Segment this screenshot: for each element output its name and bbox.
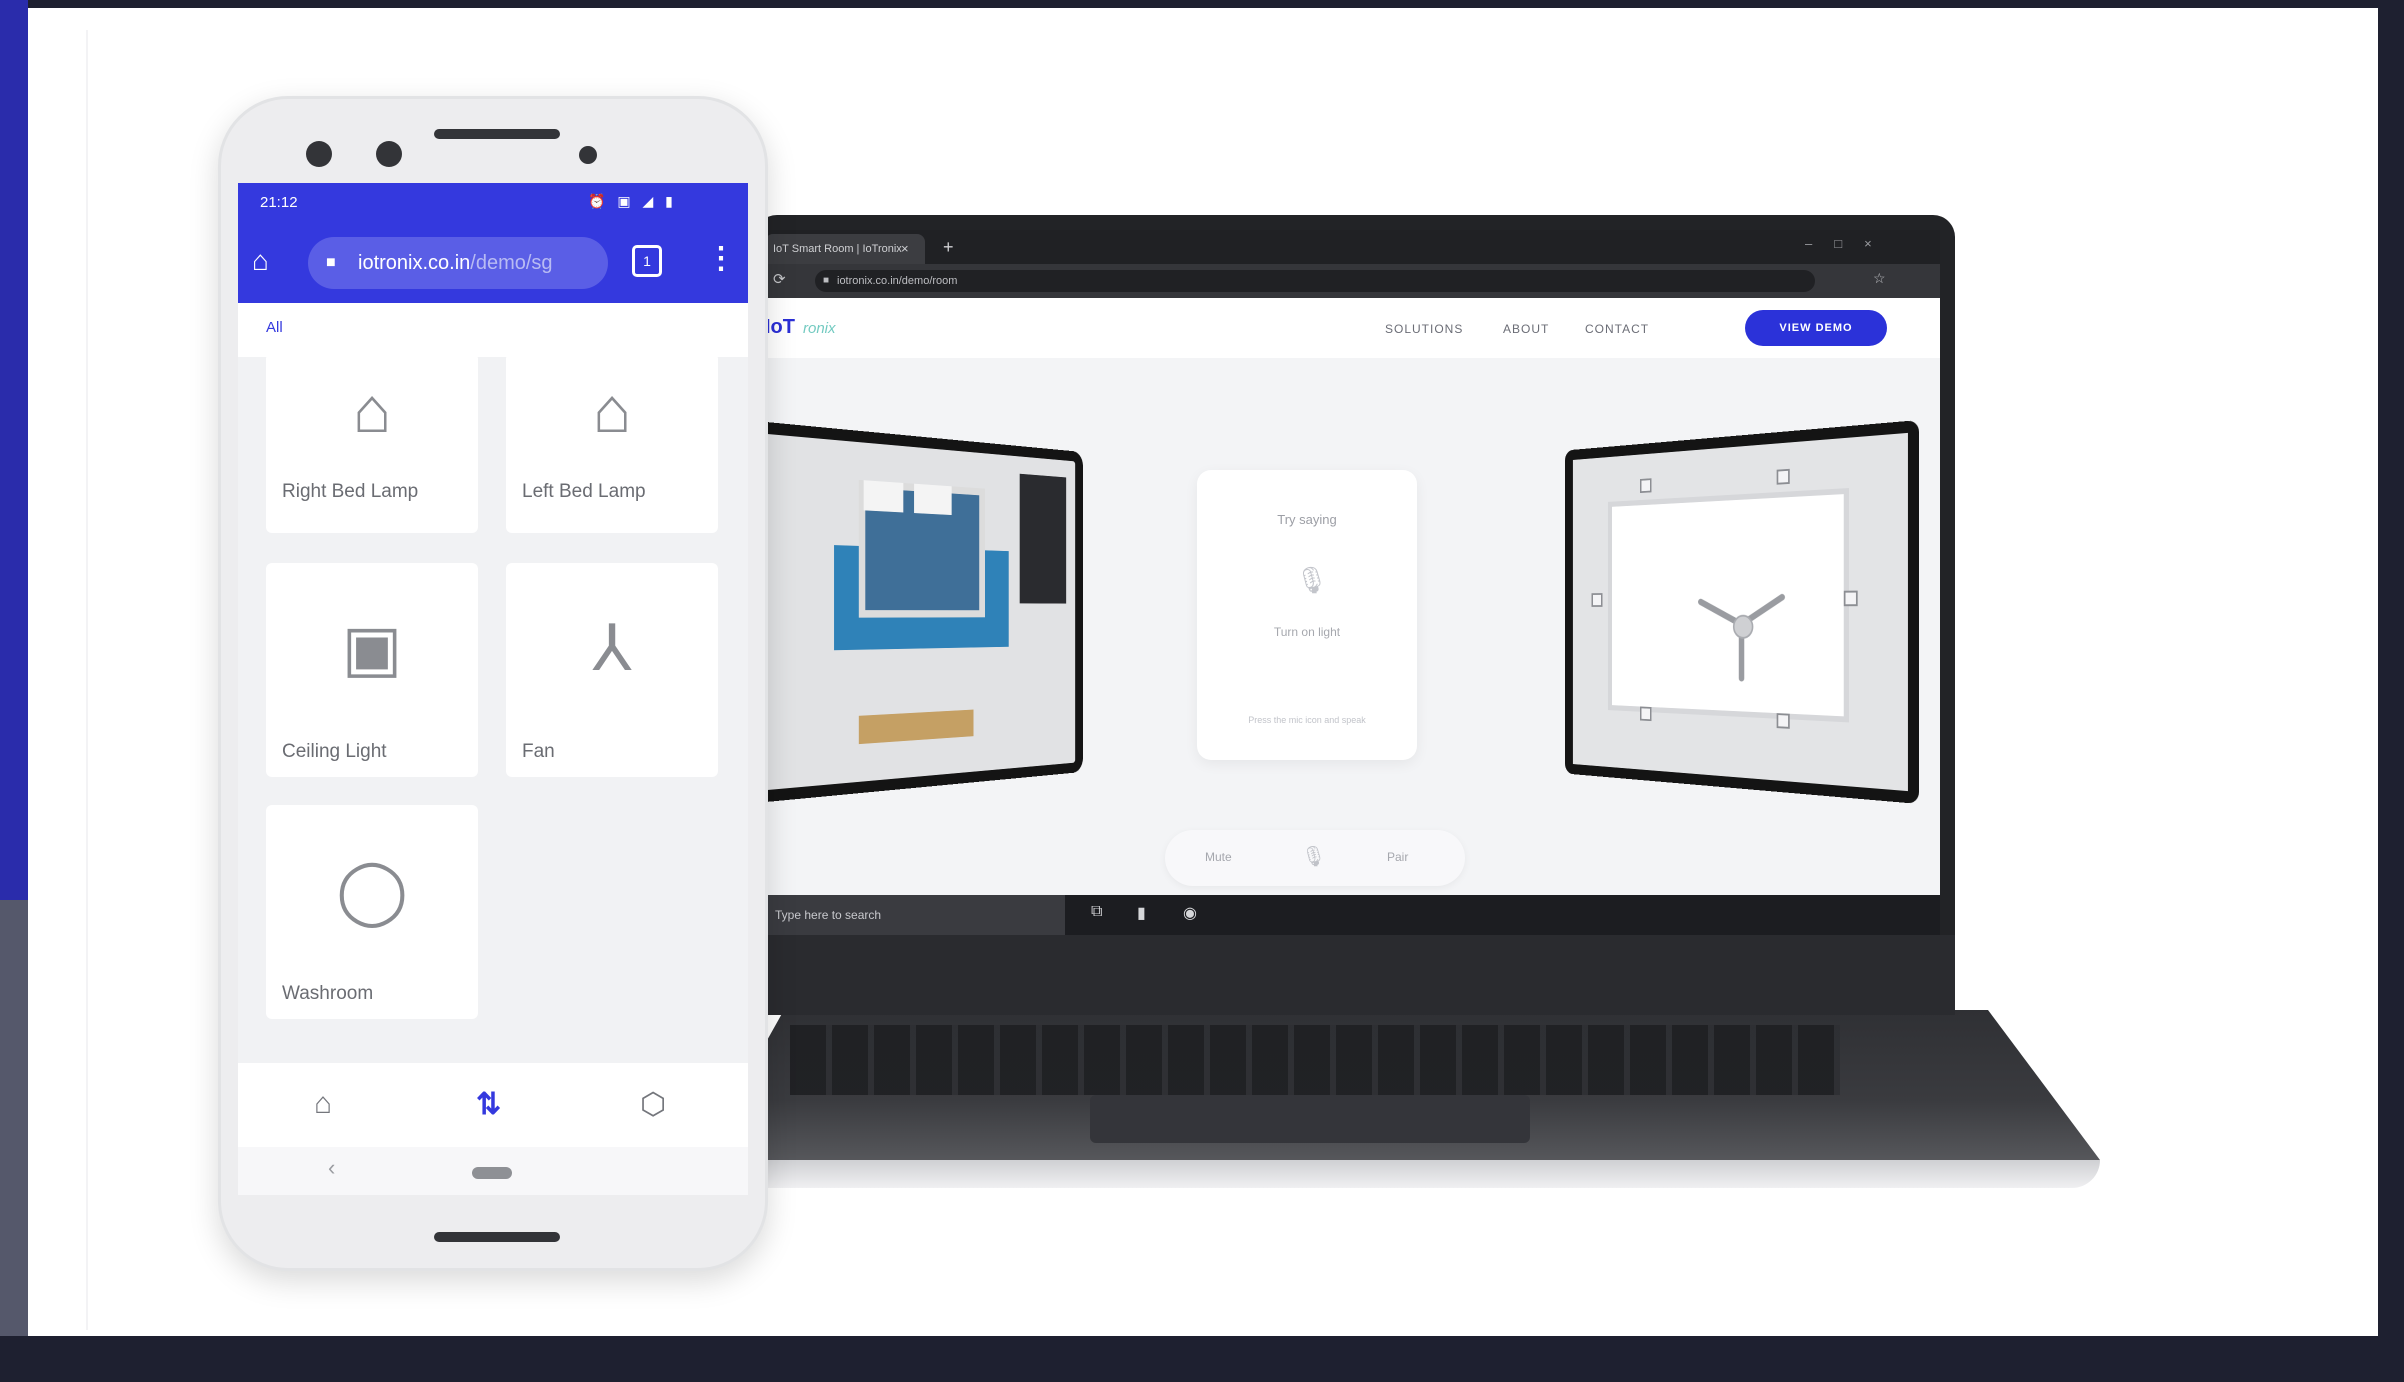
browser-address-bar: ⟳ ■ iotronix.co.in/demo/room ☆ [765,264,1940,298]
phone-bottom-nav: ⌂ ⇅ ⬡ [238,1063,748,1147]
phone-gesture-bar: ‹ [238,1147,748,1195]
ceiling-spotlight [1639,478,1652,494]
ceiling-fan-view[interactable] [1564,420,1919,804]
device-label: Washroom [282,983,374,1004]
close-icon[interactable]: × [901,234,909,264]
microphone-icon[interactable]: 🎙 [1295,565,1328,596]
window-controls[interactable]: –□× [1805,236,1894,251]
phone-bottom-speaker [434,1232,560,1242]
phone-camera [306,141,332,167]
fan-hub [1732,614,1754,639]
device-card-fan[interactable]: ⅄ Fan [506,563,718,777]
ceiling-panel [1591,468,1858,729]
laptop-keyboard [790,1025,1840,1095]
voice-hint-text: Press the mic icon and speak [1248,715,1366,725]
site-navbar: IoT ronix SOLUTIONS ABOUT CONTACT VIEW D… [765,298,1940,358]
device-card-left-bed-lamp[interactable]: ⌂ Left Bed Lamp [506,353,718,533]
settings-icon[interactable]: ⬡ [640,1087,666,1122]
bookmark-icon[interactable]: ☆ [1873,270,1886,287]
site-logo[interactable]: IoT [765,316,795,339]
top-frame [0,0,2404,8]
voice-try-saying: Try saying [1277,512,1337,527]
more-menu-icon[interactable]: ⋮ [706,241,736,276]
view-demo-button[interactable]: VIEW DEMO [1745,310,1887,346]
phone-sensor [579,146,597,164]
voice-command-card: Try saying 🎙 Turn on light Press the mic… [1197,470,1417,760]
lamp-icon: ⌂ [592,374,632,446]
content-divider [86,30,88,1330]
tabs-icon[interactable]: 1 [632,245,662,277]
right-frame [2378,0,2404,1382]
voice-control-pill: Mute 🎙 Pair [1165,830,1465,886]
device-card-right-bed-lamp[interactable]: ⌂ Right Bed Lamp [266,353,478,533]
laptop-front-edge [700,1160,2100,1188]
phone-url-field[interactable]: ■ iotronix.co.in/demo/sg [308,237,608,289]
fan-icon: ⅄ [592,612,632,684]
browser-tab[interactable]: IoT Smart Room | IoTronix × [765,234,925,264]
room-3d-view[interactable] [765,420,1083,804]
pair-button[interactable]: Pair [1387,850,1408,864]
site-logo-sub: ronix [803,320,836,337]
phone-speaker [434,129,560,139]
phone-url-domain: iotronix.co.in [358,252,471,274]
microphone-icon[interactable]: 🎙 [1301,844,1326,869]
ceiling-spotlight [1843,590,1858,607]
new-tab-icon[interactable]: + [943,234,954,260]
taskbar-search-input[interactable]: Type here to search [765,895,1065,935]
device-label: Fan [522,741,555,762]
phone-screen: 21:12 ⏰ ▣ ◢ ▮ ⌂ ■ iotronix.co.in/demo/sg… [238,183,748,1195]
ceiling-spotlight [1776,468,1790,485]
browser-url-text: iotronix.co.in/demo/room [837,275,958,287]
phone-status-bar: 21:12 ⏰ ▣ ◢ ▮ [238,183,748,223]
chrome-icon[interactable]: ◉ [1183,903,1197,923]
status-time: 21:12 [260,194,298,211]
ceiling-spotlight [1591,593,1603,607]
bulb-icon: ◯ [336,854,408,926]
nav-link-about[interactable]: ABOUT [1503,322,1549,336]
ceiling-spotlight [1639,706,1652,722]
phone-browser-bar: ⌂ ■ iotronix.co.in/demo/sg 1 ⋮ [238,223,748,303]
ceiling-light-icon: ▣ [341,612,403,684]
lock-icon: ■ [823,275,830,286]
laptop-trackpad [1090,1095,1530,1143]
browser-tab-bar: IoT Smart Room | IoTronix × + –□× [765,230,1940,264]
os-taskbar: Type here to search ⧉ ▮ ◉ [765,895,1940,935]
room-cabinet [1019,473,1067,604]
nav-link-solutions[interactable]: SOLUTIONS [1385,322,1463,336]
device-card-ceiling-light[interactable]: ▣ Ceiling Light [266,563,478,777]
browser-url-field[interactable]: ■ iotronix.co.in/demo/room [815,270,1815,292]
lock-icon: ■ [326,254,336,271]
browser-tab-title: IoT Smart Room | IoTronix [773,243,902,255]
device-filter-bar: All [238,303,748,357]
phone-url-path: /demo/sg [470,252,553,274]
file-explorer-icon[interactable]: ▮ [1137,903,1146,923]
back-icon[interactable]: ‹ [328,1155,335,1181]
status-icons: ⏰ ▣ ◢ ▮ [588,193,677,209]
home-icon[interactable]: ⌂ [314,1087,332,1121]
room-pillow [914,483,952,516]
filter-all-tab[interactable]: All [266,319,283,336]
controls-icon[interactable]: ⇅ [476,1087,501,1122]
phone-sensor [376,141,402,167]
laptop-screen: IoT Smart Room | IoTronix × + –□× ⟳ ■ io… [765,230,1940,935]
device-label: Right Bed Lamp [282,481,419,502]
home-icon[interactable]: ⌂ [252,245,269,277]
nav-link-contact[interactable]: CONTACT [1585,322,1649,336]
device-label: Ceiling Light [282,741,387,762]
device-label: Left Bed Lamp [522,481,646,502]
mute-button[interactable]: Mute [1205,850,1232,864]
laptop-bezel [765,935,1955,1015]
left-frame-bottom [0,900,28,1382]
room-pillow [863,480,904,513]
bottom-frame [0,1336,2404,1382]
ceiling-spotlight [1776,713,1790,729]
task-view-icon[interactable]: ⧉ [1091,903,1102,921]
reload-icon[interactable]: ⟳ [773,270,786,288]
device-card-washroom[interactable]: ◯ Washroom [266,805,478,1019]
home-gesture-pill[interactable] [472,1167,512,1179]
lamp-icon: ⌂ [352,374,392,446]
voice-command-text: Turn on light [1273,625,1341,639]
